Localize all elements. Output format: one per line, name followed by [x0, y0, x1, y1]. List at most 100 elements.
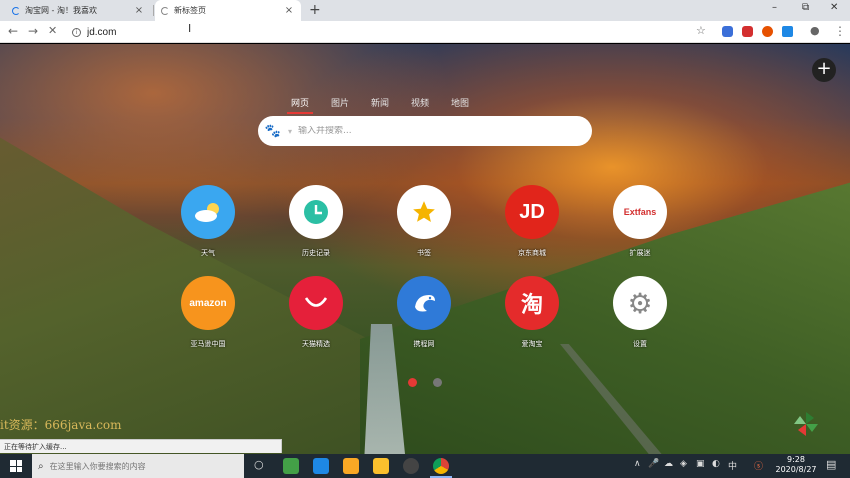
shortcut-settings[interactable]: ⚙ 设置: [604, 276, 676, 349]
star-icon: [397, 185, 451, 239]
taskbar: ⌕ ○ ∧ 🎤 ☁ ◈ ▣ ◐ 中 ⓢ 9:28 2020/8/27 ▤: [0, 454, 850, 478]
url-input[interactable]: [87, 26, 487, 38]
page-indicator: [408, 378, 442, 387]
extension-icon[interactable]: [782, 26, 793, 37]
shortcut-extfans[interactable]: Extfans 扩展迷: [604, 185, 676, 258]
loading-icon: [161, 6, 169, 15]
shortcut-ctrip[interactable]: 携程网: [388, 276, 460, 349]
page-dot-2[interactable]: [433, 378, 442, 387]
tab-taobao[interactable]: 淘宝网 - 淘！我喜欢 ×: [6, 0, 151, 21]
tmall-logo-icon: [289, 276, 343, 330]
ime-icon[interactable]: 中: [728, 459, 737, 472]
page-dot-1[interactable]: [408, 378, 417, 387]
amazon-logo-icon: amazon: [181, 276, 235, 330]
shortcut-label: 携程网: [413, 340, 435, 348]
microphone-icon[interactable]: 🎤: [648, 459, 659, 469]
shortcut-label: 天气: [201, 249, 215, 257]
dolphin-icon: [397, 276, 451, 330]
taskbar-search-input[interactable]: [49, 461, 230, 471]
task-view-icon[interactable]: ○: [254, 458, 264, 471]
search-tab-map[interactable]: 地图: [440, 96, 480, 114]
search-input[interactable]: [298, 126, 579, 136]
shortcut-aitaobao[interactable]: 淘 爱淘宝: [496, 276, 568, 349]
gear-icon: ⚙: [613, 276, 667, 330]
history-icon: [289, 185, 343, 239]
shortcut-label: 爱淘宝: [521, 340, 543, 348]
add-shortcut-button[interactable]: +: [812, 58, 836, 82]
translate-extension-icon[interactable]: [722, 26, 733, 37]
shortcut-jd[interactable]: JD 京东商城: [496, 185, 568, 258]
tray-expand-icon[interactable]: ∧: [634, 459, 641, 469]
app-icon[interactable]: [403, 458, 419, 474]
watermark-text: it资源：666java.com: [0, 418, 122, 432]
tab-title: 新标签页: [174, 6, 206, 15]
search-box[interactable]: 🐾 ▾: [258, 116, 592, 146]
search-tab-images[interactable]: 图片: [320, 96, 360, 114]
shortcut-weather[interactable]: 天气: [172, 185, 244, 258]
tab-new-tab[interactable]: 新标签页 ×: [155, 0, 301, 21]
dropdown-caret-icon[interactable]: ▾: [288, 127, 292, 136]
cloud-icon[interactable]: ☁: [664, 459, 673, 469]
search-icon: ⌕: [38, 460, 44, 472]
shortcut-amazon[interactable]: amazon 亚马逊中国: [172, 276, 244, 349]
shortcut-bookmarks[interactable]: 书签: [388, 185, 460, 258]
shortcut-history[interactable]: 历史记录: [280, 185, 352, 258]
new-tab-button[interactable]: +: [309, 2, 321, 18]
app-icon[interactable]: [313, 458, 329, 474]
search-tab-video[interactable]: 视频: [400, 96, 440, 114]
clock-date: 2020/8/27: [775, 465, 817, 474]
paw-icon[interactable]: 🐾: [264, 122, 282, 140]
profile-icon[interactable]: ●: [810, 24, 820, 37]
text-cursor-icon: I: [188, 22, 192, 35]
new-tab-page: + 网页 图片 新闻 视频 地图 🐾 ▾ 天气 历史记录 书签 JD 京东商城 …: [0, 44, 850, 454]
chrome-icon[interactable]: [433, 458, 449, 474]
shield-icon[interactable]: ◈: [680, 459, 687, 469]
file-explorer-icon[interactable]: [373, 458, 389, 474]
taskbar-search[interactable]: ⌕: [32, 454, 244, 478]
app-icon[interactable]: [283, 458, 299, 474]
shortcut-label: 扩展迷: [629, 249, 651, 257]
bookmark-star-icon[interactable]: ☆: [696, 24, 706, 37]
shortcut-label: 书签: [417, 249, 431, 257]
tab-separator: [153, 5, 154, 16]
menu-icon[interactable]: ⋮: [834, 24, 846, 38]
tab-strip: 淘宝网 - 淘！我喜欢 × 新标签页 × + – ⧉ ✕: [0, 0, 850, 21]
sogou-icon[interactable]: ⓢ: [754, 459, 763, 472]
app-icon[interactable]: [343, 458, 359, 474]
forward-icon[interactable]: →: [28, 24, 38, 38]
adblock-extension-icon[interactable]: [742, 26, 753, 37]
shortcut-tmall[interactable]: 天猫精选: [280, 276, 352, 349]
browser-toolbar: ← → ✕ i ☆ ● ⋮: [0, 21, 850, 43]
window-close-button[interactable]: ✕: [830, 2, 838, 13]
shortcut-label: 天猫精选: [302, 340, 330, 348]
clock-time: 9:28: [787, 455, 805, 464]
tab-title: 淘宝网 - 淘！我喜欢: [25, 6, 97, 15]
info-icon[interactable]: i: [72, 27, 81, 37]
close-tab-icon[interactable]: ×: [133, 5, 145, 16]
extension-icon[interactable]: [762, 26, 773, 37]
shortcut-label: 亚马逊中国: [190, 340, 226, 348]
weather-icon: [181, 185, 235, 239]
extfans-logo-icon: Extfans: [613, 185, 667, 239]
loading-icon: [12, 6, 20, 15]
stop-icon[interactable]: ✕: [48, 24, 57, 37]
shortcut-label: 设置: [633, 340, 647, 348]
network-icon[interactable]: ▣: [696, 459, 705, 469]
notification-icon[interactable]: ▤: [826, 458, 836, 471]
shortcut-label: 历史记录: [302, 249, 330, 257]
search-tab-web[interactable]: 网页: [287, 96, 313, 114]
search-tab-news[interactable]: 新闻: [360, 96, 400, 114]
back-icon[interactable]: ←: [8, 24, 18, 38]
pinwheel-icon: [794, 412, 818, 436]
system-clock[interactable]: 9:28 2020/8/27: [774, 455, 818, 475]
search-category-tabs: 网页 图片 新闻 视频 地图: [280, 96, 480, 114]
volume-icon[interactable]: ◐: [712, 459, 720, 469]
jd-logo-icon: JD: [505, 185, 559, 239]
shortcut-label: 京东商城: [518, 249, 546, 257]
windows-start-icon[interactable]: [10, 460, 22, 472]
minimize-button[interactable]: –: [772, 2, 777, 13]
close-tab-icon[interactable]: ×: [283, 5, 295, 16]
restore-button[interactable]: ⧉: [802, 2, 809, 13]
address-bar[interactable]: i: [66, 23, 716, 41]
taobao-logo-icon: 淘: [505, 276, 559, 330]
